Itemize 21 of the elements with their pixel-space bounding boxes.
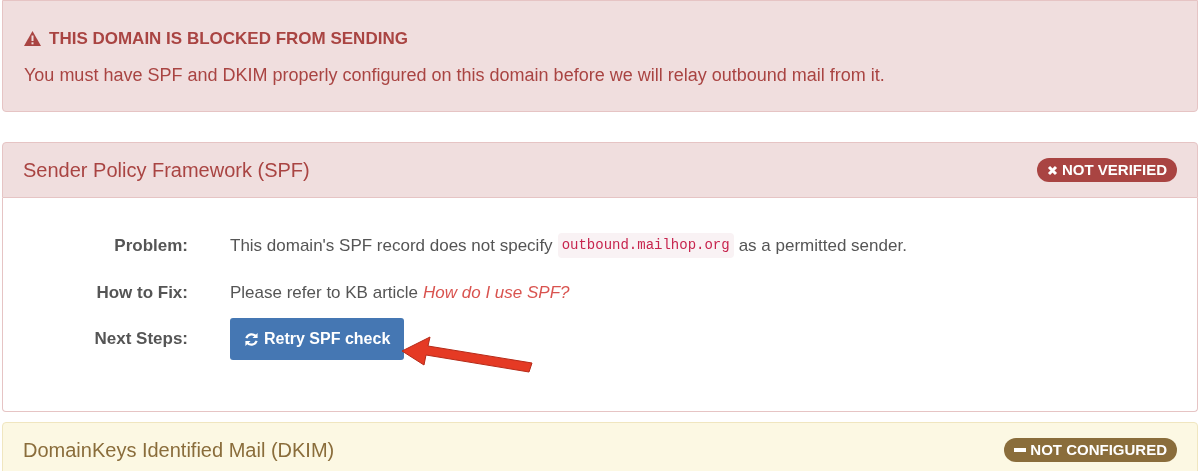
status-badge: NOT CONFIGURED (1004, 438, 1177, 462)
panel-header[interactable]: DomainKeys Identified Mail (DKIM) NOT CONFIGURED (2, 422, 1198, 471)
minus-icon (1014, 448, 1027, 452)
alert-title: THIS DOMAIN IS BLOCKED FROM SENDING (49, 28, 408, 50)
retry-button[interactable]: Retry SPF check (230, 318, 405, 360)
kb-link[interactable]: How do I use SPF? (423, 279, 570, 305)
field-text: This domain's SPF record does not specify (230, 235, 553, 257)
field-label: Next Steps: (93, 328, 188, 350)
field-text: as a permitted sender. (738, 235, 907, 257)
field-label: Problem: (113, 235, 188, 257)
field-label: How to Fix: (95, 281, 188, 304)
status-badge: NOT VERIFIED (1037, 158, 1177, 182)
field-text: Please refer to KB article (230, 281, 419, 304)
alert-message: You must have SPF and DKIM properly configured on this domain before we will relay outbound mail from it. (24, 63, 886, 87)
warning-icon (24, 31, 41, 47)
panel-header[interactable]: Sender Policy Framework (SPF) NOT VERIFIED (2, 142, 1198, 198)
refresh-icon (244, 331, 259, 347)
panel-title: Sender Policy Framework (SPF) (23, 158, 310, 183)
close-icon (1047, 164, 1058, 176)
panel-title: DomainKeys Identified Mail (DKIM) (23, 438, 335, 463)
code-snippet: outbound.mailhop.org (557, 233, 734, 259)
